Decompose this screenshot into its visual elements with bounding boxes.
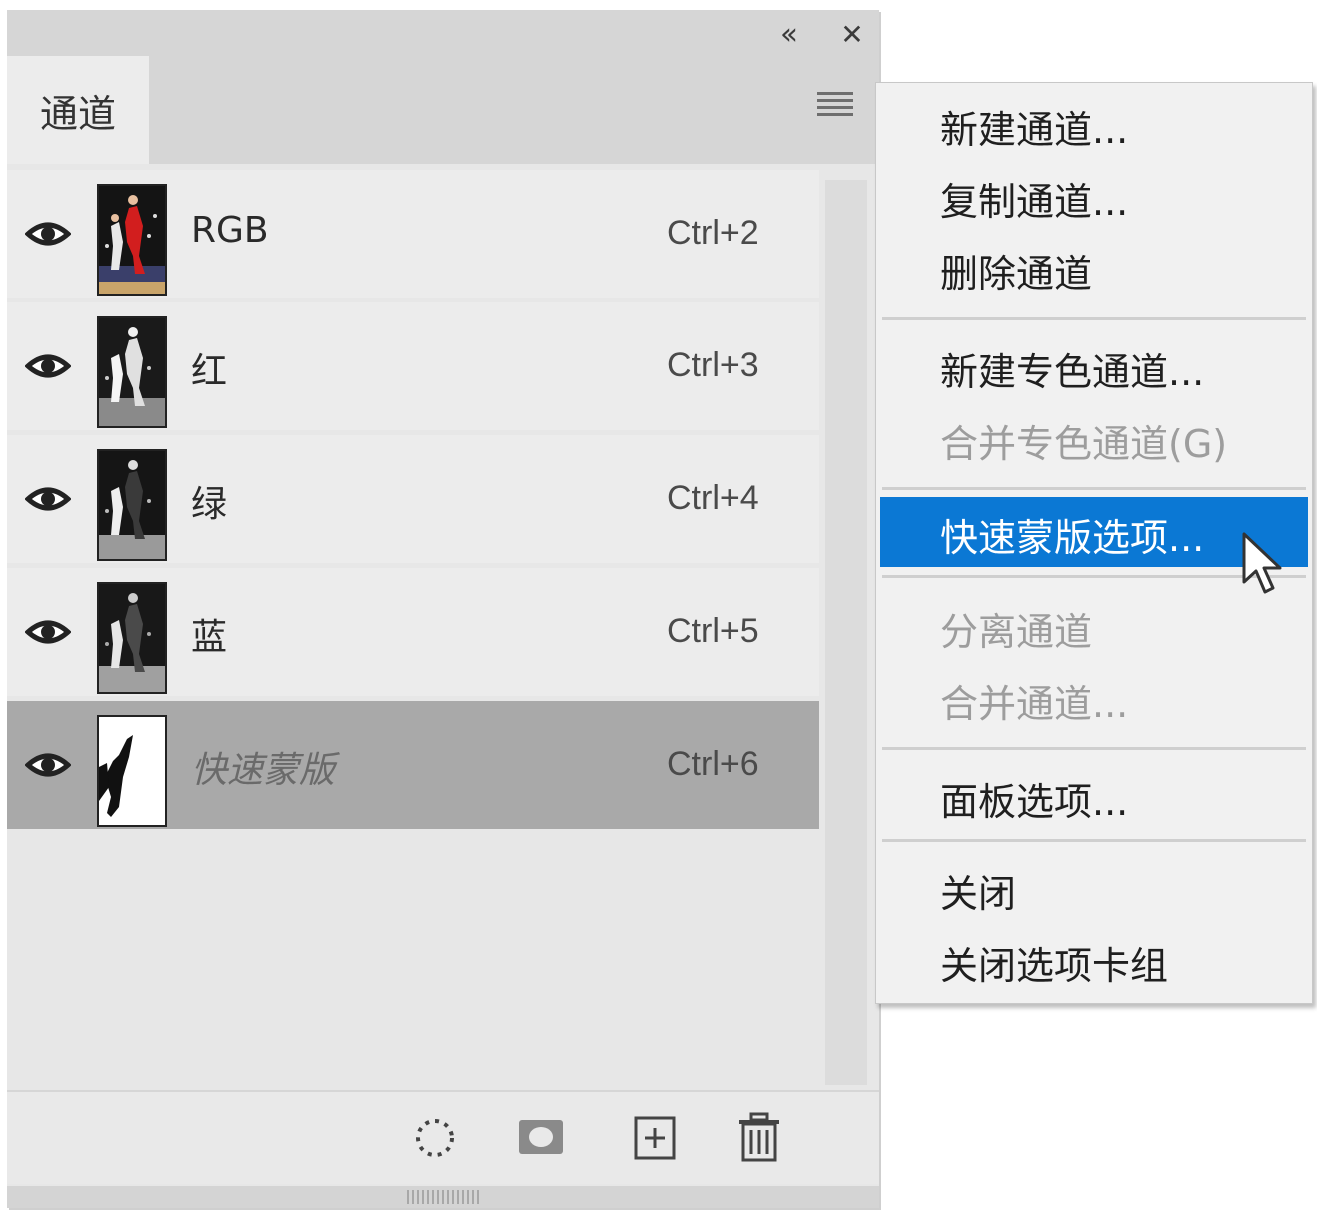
channel-row-quick-mask[interactable]: 快速蒙版 Ctrl+6 — [7, 701, 819, 829]
menu-item-duplicate-channel[interactable]: 复制通道... — [940, 171, 1128, 226]
channel-shortcut: Ctrl+4 — [667, 479, 759, 517]
menu-item-delete-channel[interactable]: 删除通道 — [940, 243, 1092, 298]
panel-menu-icon[interactable] — [813, 86, 857, 130]
channel-shortcut: Ctrl+6 — [667, 745, 759, 783]
menu-item-merge-spot-channel[interactable]: 合并专色通道(G) — [940, 413, 1227, 468]
channel-thumbnail-blue — [97, 582, 167, 694]
eye-icon[interactable] — [25, 745, 71, 785]
eye-icon[interactable] — [25, 214, 71, 254]
channel-row-green[interactable]: 绿 Ctrl+4 — [7, 435, 819, 563]
eye-icon[interactable] — [25, 479, 71, 519]
channel-name: 绿 — [191, 484, 228, 525]
grip-icon — [407, 1190, 479, 1204]
menu-item-close-tab-group[interactable]: 关闭选项卡组 — [940, 935, 1168, 990]
eye-icon[interactable] — [25, 346, 71, 386]
menu-item-merge-channels[interactable]: 合并通道... — [940, 673, 1128, 728]
new-channel-icon[interactable] — [627, 1110, 683, 1166]
channel-row-blue[interactable]: 蓝 Ctrl+5 — [7, 568, 819, 696]
channel-shortcut: Ctrl+2 — [667, 214, 759, 252]
tab-channels[interactable]: 通道 — [7, 56, 149, 164]
panel-title-bar: ‹‹ ✕ — [7, 10, 879, 56]
menu-item-panel-options[interactable]: 面板选项... — [940, 771, 1128, 826]
menu-separator — [882, 839, 1306, 842]
channel-thumbnail-green — [97, 449, 167, 561]
panel-bottom-bar — [7, 1090, 879, 1184]
channel-list: RGB Ctrl+2 红 Ctrl+3 绿 Ctrl+4 蓝 Ctrl+5 快速… — [7, 170, 819, 1090]
channel-row-rgb[interactable]: RGB Ctrl+2 — [7, 170, 819, 298]
channel-name: RGB — [191, 210, 269, 251]
channel-thumbnail-quick-mask — [97, 715, 167, 827]
panel-tab-row: 通道 — [7, 56, 879, 164]
channel-name: 快速蒙版 — [191, 750, 336, 791]
channel-name: 红 — [191, 351, 228, 392]
menu-item-split-channels[interactable]: 分离通道 — [940, 601, 1092, 656]
menu-item-close[interactable]: 关闭 — [940, 863, 1016, 918]
menu-separator — [882, 487, 1306, 490]
collapse-panel-icon[interactable]: ‹‹ — [763, 14, 809, 54]
delete-icon[interactable] — [731, 1110, 787, 1166]
menu-separator — [882, 747, 1306, 750]
menu-item-new-channel[interactable]: 新建通道... — [940, 99, 1128, 154]
eye-icon[interactable] — [25, 612, 71, 652]
channel-shortcut: Ctrl+5 — [667, 612, 759, 650]
channel-thumbnail-red — [97, 316, 167, 428]
channel-name: 蓝 — [191, 617, 228, 658]
menu-item-quick-mask-options[interactable]: 快速蒙版选项... — [940, 507, 1204, 562]
scrollbar-track[interactable] — [825, 180, 867, 1085]
panel-resize-grip[interactable] — [7, 1186, 879, 1208]
menu-separator — [882, 317, 1306, 320]
save-selection-icon[interactable] — [513, 1110, 569, 1166]
menu-item-new-spot-channel[interactable]: 新建专色通道... — [940, 341, 1204, 396]
load-selection-icon[interactable] — [407, 1110, 463, 1166]
mouse-cursor-icon — [1242, 532, 1282, 594]
channel-thumbnail-rgb — [97, 184, 167, 296]
channels-panel: ‹‹ ✕ 通道 RGB Ctrl+2 红 Ctrl+3 绿 Ctrl+4 蓝 C… — [7, 10, 879, 1208]
channel-shortcut: Ctrl+3 — [667, 346, 759, 384]
close-icon[interactable]: ✕ — [829, 14, 875, 54]
channel-row-red[interactable]: 红 Ctrl+3 — [7, 302, 819, 430]
